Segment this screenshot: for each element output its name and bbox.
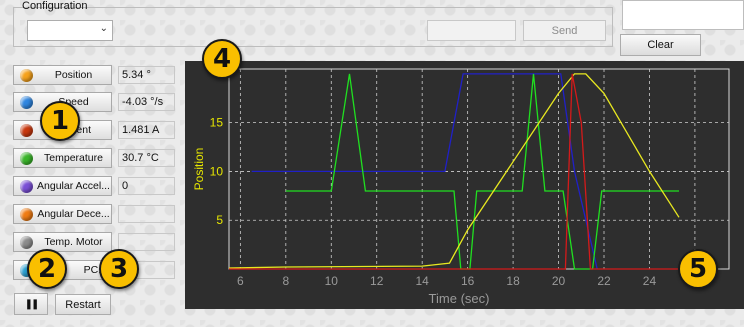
temp-motor-value — [118, 233, 175, 251]
y-tick-label: 5 — [216, 213, 223, 227]
send-button[interactable]: Send — [523, 20, 606, 41]
temperature-value: 30.7 °C — [118, 149, 175, 167]
angular-decel-button[interactable]: Angular Dece... — [13, 204, 112, 224]
callout-badge-4: 4 — [202, 39, 242, 79]
callout-badge-1: 1 — [40, 101, 80, 141]
angular-accel-value: 0 — [118, 177, 175, 195]
callout-badge-5: 5 — [678, 249, 718, 289]
restart-button[interactable]: Restart — [55, 294, 111, 315]
chart-panel: 6810121416182022242651015Time (sec)Posit… — [185, 61, 744, 309]
configuration-title: Configuration — [22, 0, 88, 12]
speed-led-icon — [20, 95, 33, 109]
x-tick-label: 18 — [506, 274, 520, 288]
pause-icon: ❚❚ — [24, 298, 40, 310]
position-value: 5.34 ° — [118, 66, 175, 84]
x-tick-label: 22 — [597, 274, 611, 288]
command-input[interactable] — [427, 20, 516, 41]
temp-motor-button[interactable]: Temp. Motor — [13, 232, 112, 252]
temp-motor-led-icon — [20, 235, 33, 249]
angular-accel-label: Angular Accel... — [37, 180, 110, 192]
temp-motor-label: Temp. Motor — [44, 236, 103, 248]
x-tick-label: 14 — [416, 274, 430, 288]
x-tick-label: 8 — [282, 274, 289, 288]
current-led-icon — [20, 123, 33, 137]
x-tick-label: 10 — [325, 274, 339, 288]
x-tick-label: 12 — [370, 274, 384, 288]
position-button[interactable]: Position — [13, 65, 112, 85]
clear-button[interactable]: Clear — [620, 34, 701, 56]
series-line-1 — [251, 73, 598, 270]
angular-decel-label: Angular Dece... — [37, 208, 110, 220]
y-tick-label: 15 — [210, 116, 224, 130]
x-tick-label: 24 — [643, 274, 657, 288]
angular-decel-led-icon — [20, 207, 33, 221]
angular-accel-button[interactable]: Angular Accel... — [13, 176, 112, 196]
output-box — [622, 0, 744, 30]
callout-badge-2: 2 — [27, 249, 67, 289]
temperature-led-icon — [20, 151, 33, 165]
chevron-down-icon: ⌄ — [99, 23, 108, 34]
line-chart: 6810121416182022242651015Time (sec)Posit… — [192, 68, 730, 306]
angular-accel-led-icon — [20, 179, 33, 193]
angular-decel-value — [118, 205, 175, 223]
position-led-icon — [20, 68, 33, 82]
x-tick-label: 6 — [237, 274, 244, 288]
x-tick-label: 16 — [461, 274, 475, 288]
current-value: 1.481 A — [118, 121, 175, 139]
callout-badge-3: 3 — [99, 249, 139, 289]
x-tick-label: 20 — [552, 274, 566, 288]
y-axis-label: Position — [192, 148, 206, 191]
temperature-button[interactable]: Temperature — [13, 148, 112, 168]
position-label: Position — [54, 69, 93, 81]
pause-button[interactable]: ❚❚ — [14, 293, 48, 315]
configuration-dropdown[interactable]: ⌄ — [27, 20, 113, 41]
temperature-label: Temperature — [44, 152, 103, 164]
x-axis-label: Time (sec) — [429, 291, 490, 306]
y-tick-label: 10 — [210, 164, 224, 178]
speed-value: -4.03 °/s — [118, 93, 175, 111]
plot-area — [228, 68, 730, 270]
